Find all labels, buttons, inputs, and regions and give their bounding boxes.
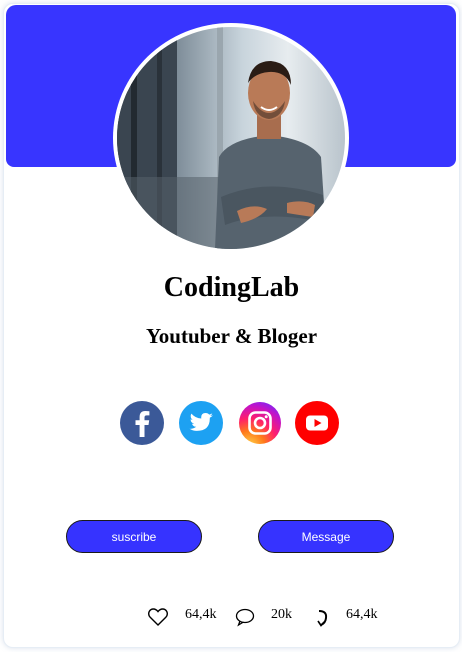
twitter-icon[interactable] xyxy=(178,400,224,446)
likes-count: 64,4k xyxy=(185,607,217,622)
profile-card: CodingLab Youtuber & Bloger suscribe Mes… xyxy=(3,3,460,648)
heart-icon[interactable] xyxy=(147,606,169,628)
comment-icon[interactable] xyxy=(234,606,256,628)
profile-role: Youtuber & Bloger xyxy=(145,324,318,348)
share-icon[interactable] xyxy=(313,606,335,628)
message-button[interactable]: Message xyxy=(258,520,394,553)
youtube-icon[interactable] xyxy=(294,400,340,446)
avatar xyxy=(117,27,345,249)
facebook-icon[interactable] xyxy=(119,400,165,446)
shares-count: 64,4k xyxy=(346,607,378,622)
subscribe-button[interactable]: suscribe xyxy=(66,520,202,553)
instagram-icon[interactable] xyxy=(237,400,283,446)
avatar-frame xyxy=(113,23,349,253)
profile-name: CodingLab xyxy=(163,272,300,303)
comments-count: 20k xyxy=(271,607,292,622)
